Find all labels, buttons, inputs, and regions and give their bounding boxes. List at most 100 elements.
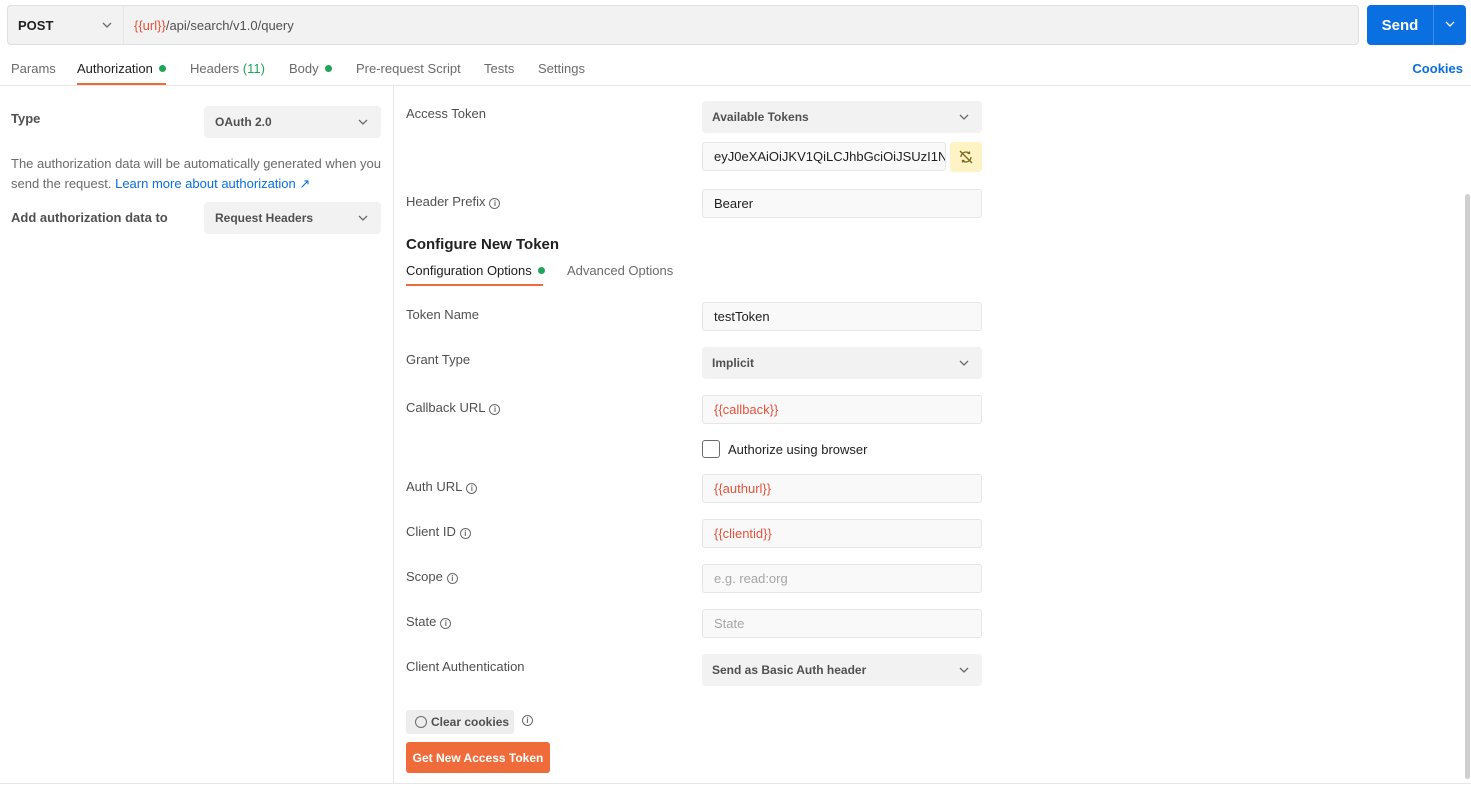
info-icon[interactable]: i — [489, 198, 501, 209]
tab-label: Params — [11, 61, 56, 76]
method-label: POST — [18, 17, 54, 33]
cookies-link[interactable]: Cookies — [1412, 61, 1463, 76]
authorize-browser-checkbox[interactable] — [702, 440, 720, 458]
tab-headers[interactable]: Headers (11) — [190, 61, 265, 76]
auth-description: The authorization data will be automatic… — [11, 154, 386, 194]
subtab-label: Configuration Options — [406, 263, 532, 278]
info-icon[interactable]: i — [522, 715, 533, 726]
learn-more-link[interactable]: Learn more about authorization ↗ — [115, 176, 310, 191]
configure-token-title: Configure New Token — [406, 236, 560, 253]
label-text: Header Prefix — [406, 194, 486, 209]
info-icon[interactable]: i — [466, 483, 478, 494]
client-id-label: Client ID i — [406, 524, 471, 539]
auth-url-value: {{authurl}} — [714, 481, 772, 496]
subtab-configuration-options[interactable]: Configuration Options — [406, 263, 545, 278]
label-text: State — [406, 614, 437, 629]
oauth-config-panel: Access Token Available Tokens eyJ0eXAiOi… — [395, 86, 1471, 783]
url-input[interactable]: {{url}}/api/search/v1.0/query — [124, 18, 294, 33]
client-auth-value: Send as Basic Auth header — [712, 663, 867, 677]
client-auth-select[interactable]: Send as Basic Auth header — [702, 654, 982, 686]
auth-type-panel: Type OAuth 2.0 The authorization data wi… — [0, 86, 394, 783]
tab-label: Settings — [538, 61, 585, 76]
divider — [0, 783, 1471, 784]
clear-cookies-label: Clear cookies — [431, 715, 510, 729]
method-select[interactable]: POST — [8, 6, 124, 44]
client-id-field[interactable]: {{clientid}} — [702, 519, 982, 548]
token-name-label: Token Name — [406, 307, 479, 322]
grant-type-select[interactable]: Implicit — [702, 347, 982, 379]
send-button[interactable]: Send — [1367, 17, 1433, 34]
chevron-down-icon — [102, 22, 112, 28]
add-to-select[interactable]: Request Headers — [204, 202, 381, 234]
info-icon[interactable]: i — [459, 528, 471, 539]
grant-type-value: Implicit — [712, 356, 755, 370]
auth-url-label: Auth URL i — [406, 479, 478, 494]
header-prefix-label: Header Prefix i — [406, 194, 501, 209]
client-id-value: {{clientid}} — [714, 526, 772, 541]
tab-authorization[interactable]: Authorization — [77, 61, 166, 76]
tab-body[interactable]: Body — [289, 61, 332, 76]
request-tabs: Params Authorization Headers (11) Body P… — [0, 52, 1471, 86]
headers-count: (11) — [242, 61, 265, 76]
chevron-down-icon — [959, 667, 969, 673]
chevron-down-icon — [959, 360, 969, 366]
chevron-down-icon — [1445, 21, 1455, 27]
cookie-icon — [415, 716, 427, 728]
state-placeholder: State — [714, 616, 745, 631]
add-to-label: Add authorization data to — [11, 210, 168, 225]
auth-url-field[interactable]: {{authurl}} — [702, 474, 982, 503]
tab-label: Pre-request Script — [356, 61, 461, 76]
status-dot — [537, 267, 545, 274]
subtab-label: Advanced Options — [567, 263, 674, 278]
chevron-down-icon — [358, 119, 368, 125]
status-dot — [324, 65, 332, 72]
info-icon[interactable]: i — [446, 573, 458, 584]
clear-cookies-button[interactable]: Clear cookies — [406, 710, 514, 734]
url-path: /api/search/v1.0/query — [165, 17, 294, 33]
client-auth-label: Client Authentication — [406, 659, 525, 674]
request-url-bar: POST {{url}}/api/search/v1.0/query — [7, 5, 1359, 45]
available-tokens-select[interactable]: Available Tokens — [702, 101, 982, 133]
send-button-group: Send — [1367, 5, 1466, 45]
auth-type-select[interactable]: OAuth 2.0 — [204, 106, 381, 138]
callback-url-value: {{callback}} — [714, 402, 779, 417]
scope-label: Scope i — [406, 569, 458, 584]
token-value: eyJ0eXAiOiJKV1QiLCJhbGciOiJSUzI1Ni — [714, 149, 946, 164]
label-text: Auth URL — [406, 479, 463, 494]
scrollbar-thumb[interactable] — [1465, 194, 1470, 779]
tab-settings[interactable]: Settings — [538, 61, 585, 76]
tab-pre-request-script[interactable]: Pre-request Script — [356, 61, 461, 76]
token-name-value: testToken — [714, 309, 770, 324]
state-field[interactable]: State — [702, 609, 982, 638]
access-token-label: Access Token — [406, 106, 486, 121]
subtab-advanced-options[interactable]: Advanced Options — [567, 263, 673, 278]
sync-token-button[interactable] — [950, 142, 982, 172]
tab-label: Authorization — [77, 61, 153, 76]
scope-field[interactable]: e.g. read:org — [702, 564, 982, 593]
tab-tests[interactable]: Tests — [484, 61, 514, 76]
info-icon[interactable]: i — [489, 404, 501, 415]
grant-type-label: Grant Type — [406, 352, 471, 367]
callback-url-label: Callback URL i — [406, 400, 501, 415]
label-text: Scope — [406, 569, 443, 584]
authorize-browser-label: Authorize using browser — [728, 442, 868, 457]
status-dot — [158, 65, 166, 72]
label-text: Callback URL — [406, 400, 486, 415]
sync-off-icon — [959, 150, 973, 164]
scope-placeholder: e.g. read:org — [714, 571, 788, 586]
auth-type-value: OAuth 2.0 — [215, 115, 272, 129]
add-to-value: Request Headers — [215, 211, 314, 225]
token-name-field[interactable]: testToken — [702, 302, 982, 331]
tab-params[interactable]: Params — [11, 61, 56, 76]
active-tab-indicator — [77, 83, 166, 85]
header-prefix-field[interactable]: Bearer — [702, 189, 982, 218]
access-token-field[interactable]: eyJ0eXAiOiJKV1QiLCJhbGciOiJSUzI1Ni — [702, 142, 946, 171]
info-icon[interactable]: i — [440, 618, 452, 629]
send-options-button[interactable] — [1434, 18, 1466, 33]
state-label: State i — [406, 614, 452, 629]
tab-label: Headers — [190, 61, 240, 76]
tab-label: Tests — [484, 61, 515, 76]
callback-url-field[interactable]: {{callback}} — [702, 395, 982, 424]
active-subtab-indicator — [406, 284, 543, 286]
get-new-access-token-button[interactable]: Get New Access Token — [406, 742, 550, 773]
